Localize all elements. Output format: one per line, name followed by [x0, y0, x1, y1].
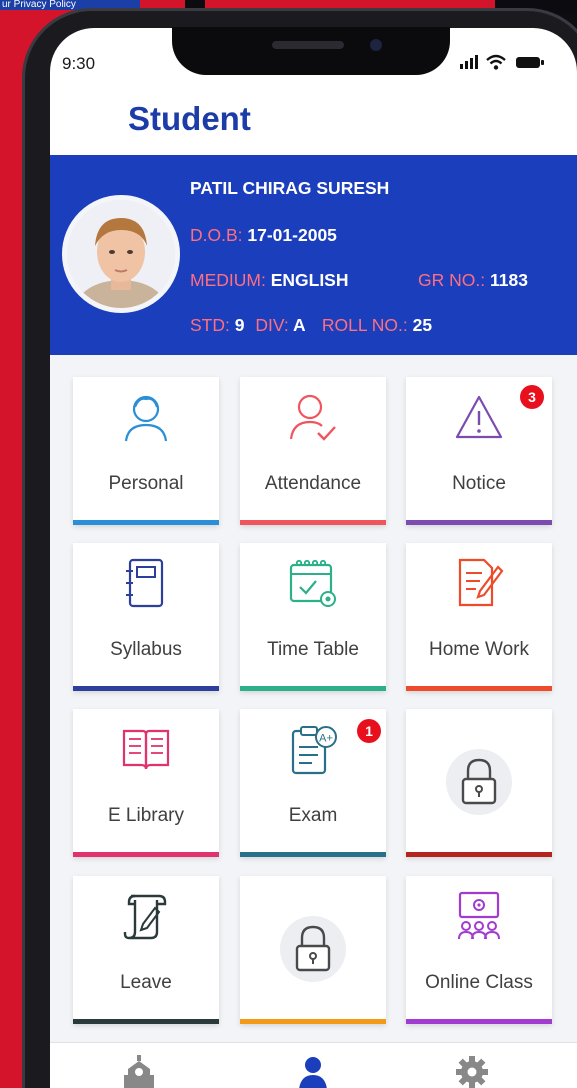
tile-syllabus[interactable]: Syllabus [73, 543, 219, 691]
tile-label: Notice [452, 473, 506, 494]
svg-text:A+: A+ [319, 733, 333, 745]
student-name: PATIL CHIRAG SURESH [190, 178, 390, 198]
tile-home-work[interactable]: Home Work [406, 543, 552, 691]
tile-label: E Library [107, 805, 185, 826]
tile-accent-bar [240, 852, 386, 857]
tile-accent-bar [406, 686, 552, 691]
gear-icon[interactable] [455, 1055, 489, 1088]
dob-label: D.O.B: [190, 225, 243, 245]
warning-icon [455, 395, 503, 439]
signal-bar [465, 61, 468, 69]
tile-accent-bar [240, 520, 386, 525]
std-row: STD: 9 DIV: A ROLL NO.: 25 [190, 315, 432, 336]
student-photo [67, 200, 175, 308]
medium-value: ENGLISH [270, 270, 349, 290]
status-time: 9:30 [62, 54, 96, 73]
tile-label: Attendance [264, 473, 362, 494]
tile-time-table[interactable]: Time Table [240, 543, 386, 691]
online-class-icon [458, 891, 500, 940]
tile-accent-bar [73, 852, 219, 857]
front-camera [370, 39, 382, 51]
bottom-nav [50, 1042, 577, 1088]
roll-label: ROLL NO.: [321, 315, 408, 335]
notebook-icon [126, 558, 164, 608]
tile-accent-bar [73, 520, 219, 525]
tile-accent-bar [406, 1019, 552, 1024]
tile-label: Exam [288, 805, 338, 826]
status-icons [460, 54, 550, 70]
notice-badge: 3 [520, 385, 544, 409]
tile-label: Time Table [267, 639, 359, 660]
tile-leave[interactable]: Leave [73, 876, 219, 1024]
gr-value: 1183 [489, 270, 528, 290]
tile-accent-bar [240, 1019, 386, 1024]
tile-attendance[interactable]: Attendance [240, 377, 386, 525]
gr-label: GR NO.: [418, 270, 486, 290]
tile-locked[interactable] [240, 876, 386, 1024]
tile-locked[interactable] [406, 709, 552, 857]
std-label: STD: [190, 315, 230, 335]
scroll-pen-icon [123, 894, 167, 940]
tile-label: Leave [120, 972, 172, 993]
exam-badge: 1 [357, 719, 381, 743]
roll-value: 25 [412, 315, 433, 335]
person-icon[interactable] [296, 1055, 330, 1088]
lock-icon [295, 925, 331, 972]
page-title: Student [128, 100, 251, 137]
avatar[interactable] [62, 195, 180, 313]
tile-e-library[interactable]: E Library [73, 709, 219, 857]
div-label: DIV: [255, 315, 289, 335]
document-pen-icon [458, 558, 504, 607]
lock-circle [280, 916, 346, 982]
div-value: A [292, 315, 305, 335]
user-icon [124, 395, 168, 442]
tile-label: Personal [108, 473, 184, 494]
std-value: 9 [234, 315, 245, 335]
tile-accent-bar [240, 686, 386, 691]
signal-bar [470, 58, 473, 69]
calendar-icon [289, 559, 336, 607]
open-book-icon [122, 729, 170, 770]
medium-label: MEDIUM: [190, 270, 266, 290]
dob-row: D.O.B: 17-01-2005 [190, 225, 337, 246]
lock-icon [461, 758, 497, 805]
tile-online-class[interactable]: Online Class [406, 876, 552, 1024]
exam-clipboard-icon: A+ [291, 726, 337, 775]
tile-accent-bar [406, 520, 552, 525]
tile-accent-bar [73, 1019, 219, 1024]
tile-personal[interactable]: Personal [73, 377, 219, 525]
phone-notch [172, 27, 450, 75]
battery-icon [516, 57, 544, 68]
dob-value: 17-01-2005 [247, 225, 337, 245]
medium-row: MEDIUM: ENGLISH [190, 270, 349, 291]
lock-circle [446, 749, 512, 815]
gr-row: GR NO.: 1183 [418, 270, 528, 291]
signal-bar [475, 55, 478, 69]
tile-label: Home Work [429, 639, 529, 660]
tile-label: Online Class [425, 972, 533, 993]
tile-accent-bar [73, 686, 219, 691]
speaker-grille [272, 41, 344, 49]
tile-label: Syllabus [110, 639, 182, 660]
tile-accent-bar [406, 852, 552, 857]
wifi-icon [486, 54, 506, 70]
signal-icon [460, 64, 463, 69]
user-check-icon [289, 394, 336, 441]
school-icon[interactable] [122, 1055, 156, 1088]
